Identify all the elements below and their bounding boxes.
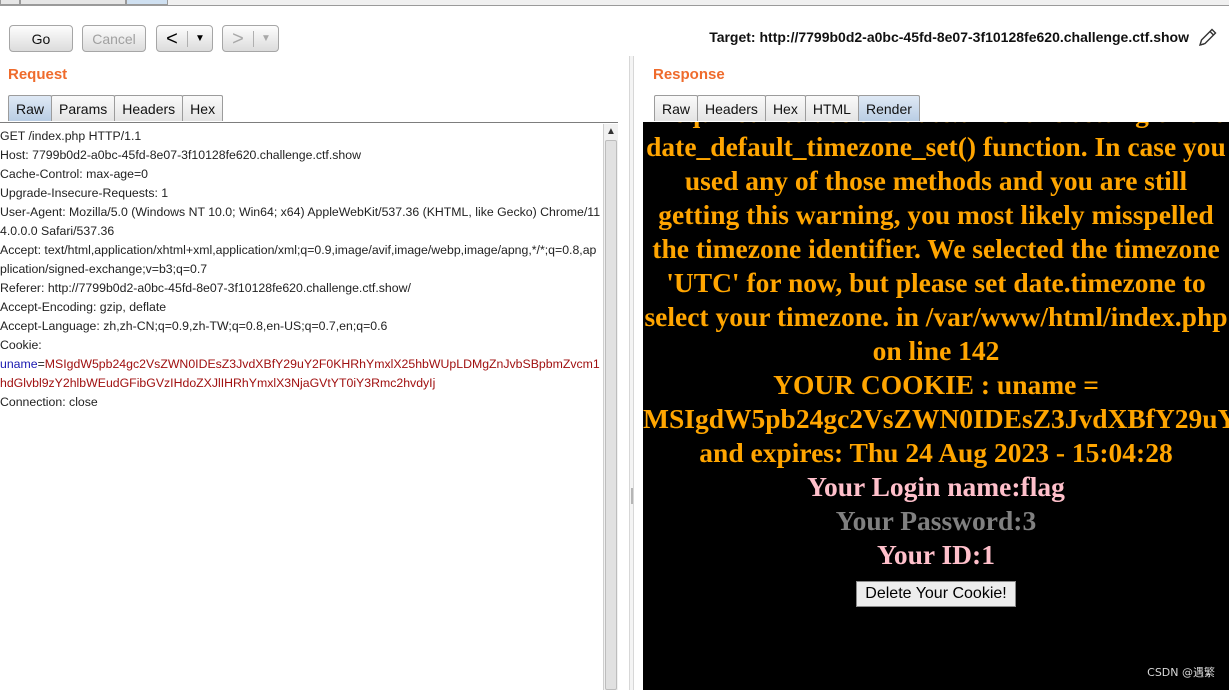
- toolbar: Go Cancel < ▼ > ▼ Target: http://7799b0d…: [0, 6, 1229, 62]
- request-tab-params[interactable]: Params: [51, 95, 116, 121]
- response-tab-headers[interactable]: Headers: [697, 95, 766, 121]
- request-raw-text[interactable]: GET /index.php HTTP/1.1 Host: 7799b0d2-a…: [0, 127, 602, 412]
- request-line: Accept-Encoding: gzip, deflate: [0, 300, 167, 314]
- watermark: CSDN @遇繁: [1147, 666, 1215, 679]
- split-divider[interactable]: [629, 56, 634, 690]
- forward-arrow-icon: >: [232, 27, 244, 50]
- login-name: Your Login name:flag: [807, 471, 1065, 502]
- tab-stub[interactable]: [20, 0, 126, 5]
- request-tab-raw[interactable]: Raw: [8, 95, 53, 121]
- request-title: Request: [8, 66, 68, 83]
- delete-cookie-button[interactable]: Delete Your Cookie!: [856, 581, 1016, 607]
- chevron-down-icon[interactable]: ▼: [188, 33, 212, 44]
- response-tabs: Raw Headers Hex HTML Render: [654, 95, 920, 121]
- request-editor[interactable]: GET /index.php HTTP/1.1 Host: 7799b0d2-a…: [0, 122, 618, 690]
- cookie-display: MSIgdW5pb24gc2VsZWN0IDEsZ3JvdXBfY29uY2F0…: [643, 403, 1229, 434]
- target-url: Target: http://7799b0d2-a0bc-45fd-8e07-3…: [709, 29, 1189, 45]
- divider-grip[interactable]: [631, 488, 633, 504]
- scroll-up-icon[interactable]: ▲: [606, 126, 616, 137]
- tab-stub[interactable]: [0, 0, 20, 5]
- timezone-warning: *required* to use the date.timezone sett…: [644, 122, 1228, 366]
- user-id: Your ID:1: [877, 539, 995, 570]
- request-scrollbar[interactable]: ▲: [603, 124, 618, 690]
- password-text: Your Password:3: [835, 505, 1037, 536]
- response-tab-render[interactable]: Render: [857, 95, 920, 121]
- response-tab-html[interactable]: HTML: [804, 95, 859, 121]
- go-button[interactable]: Go: [9, 25, 73, 52]
- request-line: Accept: text/html,application/xhtml+xml,…: [0, 243, 597, 276]
- chevron-down-icon[interactable]: ▼: [254, 33, 278, 44]
- request-tabs: Raw Params Headers Hex: [8, 95, 224, 121]
- cookie-expires: and expires: Thu 24 Aug 2023 - 15:04:28: [699, 437, 1173, 468]
- request-line: User-Agent: Mozilla/5.0 (Windows NT 10.0…: [0, 205, 601, 238]
- scroll-thumb[interactable]: [605, 140, 617, 690]
- request-line: Host: 7799b0d2-a0bc-45fd-8e07-3f10128fe6…: [0, 148, 361, 162]
- response-tab-hex[interactable]: Hex: [764, 95, 806, 121]
- request-line: GET /index.php HTTP/1.1: [0, 129, 142, 143]
- response-tab-raw[interactable]: Raw: [654, 95, 699, 121]
- cookie-value: MSIgdW5pb24gc2VsZWN0IDEsZ3JvdXBfY29uY2F0…: [0, 357, 600, 390]
- rendered-response: *required* to use the date.timezone sett…: [643, 122, 1229, 690]
- request-line: Accept-Language: zh,zh-CN;q=0.9,zh-TW;q=…: [0, 319, 388, 333]
- request-line: Upgrade-Insecure-Requests: 1: [0, 186, 169, 200]
- request-line: Cache-Control: max-age=0: [0, 167, 148, 181]
- edit-pencil-icon[interactable]: [1197, 26, 1219, 48]
- request-tab-hex[interactable]: Hex: [182, 95, 224, 121]
- response-title: Response: [653, 66, 725, 83]
- rendered-page: *required* to use the date.timezone sett…: [643, 122, 1229, 607]
- cookie-key: uname: [0, 357, 38, 371]
- request-line: Cookie:: [0, 338, 46, 352]
- back-button[interactable]: < ▼: [156, 25, 213, 52]
- request-tab-headers[interactable]: Headers: [114, 95, 184, 121]
- request-line: Connection: close: [0, 395, 98, 409]
- request-line: Referer: http://7799b0d2-a0bc-45fd-8e07-…: [0, 281, 411, 295]
- tab-stub-active[interactable]: [126, 0, 168, 5]
- back-arrow-icon: <: [166, 27, 178, 50]
- cancel-button[interactable]: Cancel: [82, 25, 146, 52]
- forward-button[interactable]: > ▼: [222, 25, 279, 52]
- cookie-label: YOUR COOKIE : uname =: [773, 369, 1099, 400]
